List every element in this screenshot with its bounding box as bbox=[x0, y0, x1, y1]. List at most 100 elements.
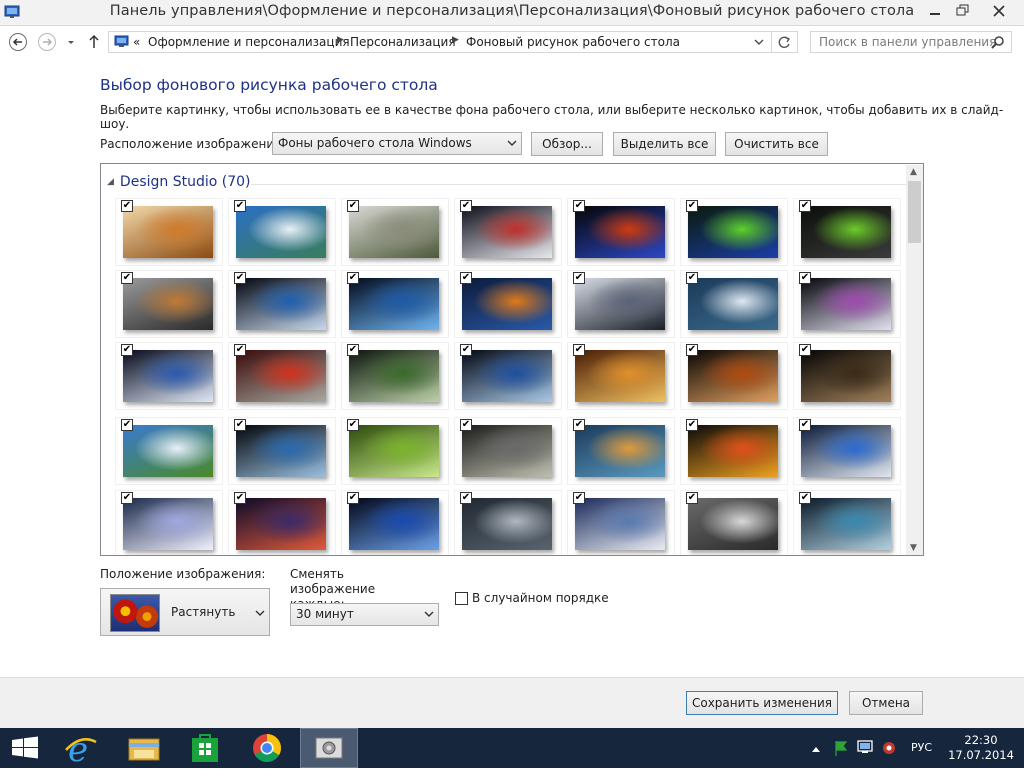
thumbnail-mountain-lake-2[interactable]: ✔ bbox=[454, 490, 562, 555]
shuffle-checkbox[interactable] bbox=[455, 592, 468, 605]
clock[interactable]: 22:30 17.07.2014 bbox=[944, 733, 1018, 763]
thumbnail-checkbox[interactable]: ✔ bbox=[121, 344, 133, 356]
group-header[interactable]: ◢ Design Studio (70) bbox=[107, 174, 251, 190]
thumbnail-checkbox[interactable]: ✔ bbox=[347, 272, 359, 284]
thumbnail-ice-mountain[interactable]: ✔ bbox=[793, 417, 901, 485]
thumbnail-planet-horizon[interactable]: ✔ bbox=[454, 198, 562, 266]
thumbnail-checkbox[interactable]: ✔ bbox=[121, 272, 133, 284]
scrollbar-thumb[interactable] bbox=[908, 181, 921, 243]
thumbnail-tiger-cub[interactable]: ✔ bbox=[115, 270, 223, 338]
shuffle-label[interactable]: В случайном порядке bbox=[472, 591, 609, 605]
thumbnail-checkbox[interactable]: ✔ bbox=[234, 419, 246, 431]
thumbnail-dark-forest[interactable]: ✔ bbox=[793, 342, 901, 410]
thumbnail-checkbox[interactable]: ✔ bbox=[799, 419, 811, 431]
breadcrumb-separator-icon[interactable]: ▶ bbox=[452, 35, 459, 45]
close-button[interactable] bbox=[976, 0, 1022, 22]
thumbnail-checkbox[interactable]: ✔ bbox=[347, 200, 359, 212]
scroll-down-icon[interactable]: ▼ bbox=[910, 543, 917, 553]
breadcrumb-separator-icon[interactable]: ▶ bbox=[337, 35, 344, 45]
thumbnail-checkbox[interactable]: ✔ bbox=[573, 344, 585, 356]
save-changes-button[interactable]: Сохранить изменения bbox=[686, 691, 838, 715]
thumbnail-checkbox[interactable]: ✔ bbox=[460, 344, 472, 356]
control-panel-taskbar-button[interactable] bbox=[300, 728, 358, 768]
thumbnail-checkbox[interactable]: ✔ bbox=[234, 344, 246, 356]
thumbnail-checkbox[interactable]: ✔ bbox=[460, 492, 472, 504]
search-input[interactable]: Поиск в панели управления bbox=[810, 31, 1012, 53]
thumbnail-checkbox[interactable]: ✔ bbox=[234, 200, 246, 212]
thumbnail-checkbox[interactable]: ✔ bbox=[686, 492, 698, 504]
show-hidden-icons-icon[interactable] bbox=[810, 728, 822, 768]
refresh-button[interactable] bbox=[772, 31, 798, 53]
thumbnail-checkbox[interactable]: ✔ bbox=[347, 344, 359, 356]
file-explorer-icon[interactable] bbox=[114, 728, 172, 768]
thumbnail-wine-glass[interactable]: ✔ bbox=[680, 342, 788, 410]
thumbnail-green-tunnel[interactable]: ✔ bbox=[680, 198, 788, 266]
thumbnail-sunset-city[interactable]: ✔ bbox=[454, 270, 562, 338]
breadcrumb-personalization[interactable]: Персонализация bbox=[350, 35, 456, 49]
thumbnail-blue-hills[interactable]: ✔ bbox=[341, 490, 449, 555]
minimize-button[interactable] bbox=[920, 0, 950, 22]
thumbnail-glass-globe[interactable]: ✔ bbox=[454, 342, 562, 410]
thumbnail-checkbox[interactable]: ✔ bbox=[573, 492, 585, 504]
scroll-up-icon[interactable]: ▲ bbox=[910, 167, 917, 177]
thumbnail-checkbox[interactable]: ✔ bbox=[460, 272, 472, 284]
thumbnail-checkbox[interactable]: ✔ bbox=[573, 272, 585, 284]
vertical-scrollbar[interactable]: ▲ ▼ bbox=[906, 165, 923, 555]
thumbnail-checkbox[interactable]: ✔ bbox=[460, 419, 472, 431]
thumbnail-starry-peak[interactable]: ✔ bbox=[228, 490, 336, 555]
thumbnail-checkbox[interactable]: ✔ bbox=[234, 492, 246, 504]
forward-icon[interactable] bbox=[37, 32, 57, 52]
address-dropdown-icon[interactable] bbox=[753, 34, 765, 53]
up-arrow-icon[interactable] bbox=[86, 32, 102, 52]
thumbnail-water-drops[interactable]: ✔ bbox=[341, 417, 449, 485]
thumbnail-fire-planet[interactable]: ✔ bbox=[567, 198, 675, 266]
address-bar[interactable]: « Оформление и персонализация ▶ Персонал… bbox=[108, 31, 772, 53]
thumbnail-checkbox[interactable]: ✔ bbox=[347, 492, 359, 504]
picture-gallery[interactable]: ◢ Design Studio (70) ✔ ✔ ✔ ✔ ✔ ✔ ✔ ✔ ✔ ✔ ✔ ✔ ✔ ✔ ✔ ✔ ✔ ✔ ✔ ✔… bbox=[100, 163, 924, 556]
thumbnail-white-tigers[interactable]: ✔ bbox=[341, 198, 449, 266]
language-indicator[interactable]: РУС bbox=[911, 741, 932, 781]
thumbnail-railway-night[interactable]: ✔ bbox=[793, 490, 901, 555]
internet-explorer-icon[interactable]: e bbox=[52, 728, 110, 770]
volume-icon[interactable] bbox=[880, 728, 898, 768]
thumbnail-wolf[interactable]: ✔ bbox=[680, 490, 788, 555]
thumbnail-ocean-sunset[interactable]: ✔ bbox=[567, 417, 675, 485]
search-icon[interactable] bbox=[991, 35, 1005, 54]
start-button[interactable] bbox=[0, 728, 50, 768]
thumbnail-planet-blue[interactable]: ✔ bbox=[228, 417, 336, 485]
thumbnail-checkbox[interactable]: ✔ bbox=[573, 200, 585, 212]
network-icon[interactable] bbox=[856, 728, 874, 768]
thumbnail-snowy-mountains[interactable]: ✔ bbox=[567, 270, 675, 338]
back-icon[interactable] bbox=[8, 32, 28, 52]
picture-location-select[interactable]: Фоны рабочего стола Windows bbox=[272, 132, 522, 155]
select-all-button[interactable]: Выделить все bbox=[613, 132, 716, 156]
thumbnail-forest-stream[interactable]: ✔ bbox=[341, 342, 449, 410]
restore-button[interactable] bbox=[948, 0, 978, 22]
thumbnail-fire-car[interactable]: ✔ bbox=[680, 417, 788, 485]
thumbnail-lightning-storm[interactable]: ✔ bbox=[115, 490, 223, 555]
thumbnail-checkbox[interactable]: ✔ bbox=[799, 344, 811, 356]
thumbnail-tropical-beach[interactable]: ✔ bbox=[228, 198, 336, 266]
action-center-flag-icon[interactable] bbox=[832, 728, 850, 768]
collapse-triangle-icon[interactable]: ◢ bbox=[107, 177, 114, 187]
thumbnail-checkbox[interactable]: ✔ bbox=[121, 200, 133, 212]
chrome-icon[interactable] bbox=[238, 728, 296, 768]
breadcrumb-appearance[interactable]: Оформление и персонализация bbox=[148, 35, 350, 49]
thumbnail-autumn-road[interactable]: ✔ bbox=[228, 342, 336, 410]
thumbnail-checkbox[interactable]: ✔ bbox=[686, 272, 698, 284]
breadcrumb-overflow[interactable]: « bbox=[133, 35, 140, 49]
thumbnail-space-shards[interactable]: ✔ bbox=[793, 270, 901, 338]
clear-all-button[interactable]: Очистить все bbox=[725, 132, 828, 156]
thumbnail-checkbox[interactable]: ✔ bbox=[686, 344, 698, 356]
change-interval-select[interactable]: 30 минут bbox=[290, 603, 439, 626]
thumbnail-checkbox[interactable]: ✔ bbox=[121, 419, 133, 431]
thumbnail-green-cube[interactable]: ✔ bbox=[793, 198, 901, 266]
thumbnail-checkbox[interactable]: ✔ bbox=[799, 200, 811, 212]
thumbnail-green-valley[interactable]: ✔ bbox=[115, 417, 223, 485]
thumbnail-checkbox[interactable]: ✔ bbox=[460, 200, 472, 212]
thumbnail-blue-mountains[interactable]: ✔ bbox=[567, 490, 675, 555]
thumbnail-checkbox[interactable]: ✔ bbox=[799, 272, 811, 284]
thumbnail-checkbox[interactable]: ✔ bbox=[234, 272, 246, 284]
browse-button[interactable]: Обзор... bbox=[531, 132, 603, 156]
thumbnail-checkbox[interactable]: ✔ bbox=[799, 492, 811, 504]
